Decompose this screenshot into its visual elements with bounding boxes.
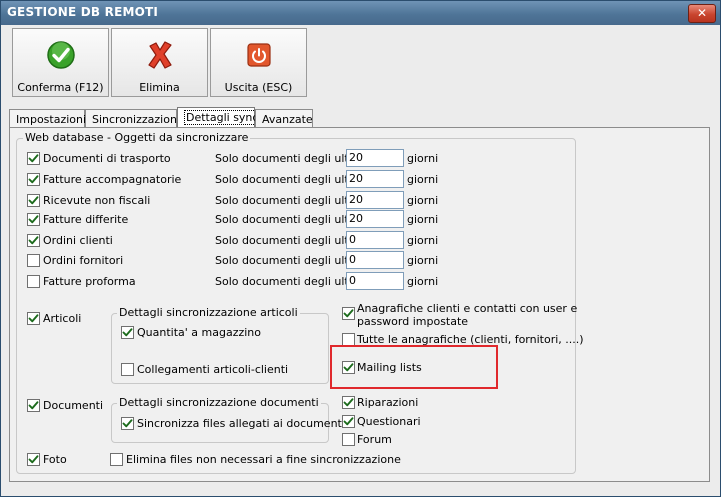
doc-row-checkbox[interactable] bbox=[27, 152, 40, 165]
doc-row-days-input[interactable]: 0 bbox=[346, 231, 404, 249]
foto-checkbox[interactable] bbox=[27, 453, 40, 466]
green-check-icon bbox=[47, 41, 75, 69]
doc-row-days-input[interactable]: 20 bbox=[346, 191, 404, 209]
doc-row-prefix: Solo documenti degli ultimi bbox=[215, 234, 366, 247]
articoli-checkbox[interactable] bbox=[27, 312, 40, 325]
questionari-checkbox[interactable] bbox=[342, 415, 355, 428]
main-group-legend: Web database - Oggetti da sincronizzare bbox=[23, 131, 251, 144]
window: GESTIONE DB REMOTI ✕ Conferma (F12) Elim… bbox=[0, 0, 721, 497]
anagrafiche-user-checkbox[interactable] bbox=[342, 307, 355, 320]
doc-row-prefix: Solo documenti degli ultimi bbox=[215, 173, 366, 186]
doc-row-checkbox[interactable] bbox=[27, 254, 40, 267]
riparazioni-checkbox[interactable] bbox=[342, 396, 355, 409]
documenti-label: Documenti bbox=[43, 399, 104, 412]
doc-row-suffix: giorni bbox=[407, 234, 439, 247]
check-mark-icon bbox=[28, 215, 39, 224]
doc-row-suffix: giorni bbox=[407, 152, 439, 165]
tab-avanzate[interactable]: Avanzate bbox=[255, 109, 313, 127]
doc-row-label: Ordini fornitori bbox=[43, 254, 124, 267]
check-mark-icon bbox=[28, 401, 39, 410]
doc-row-days-input[interactable]: 20 bbox=[346, 170, 404, 188]
check-mark-icon bbox=[122, 419, 133, 428]
doc-row-checkbox[interactable] bbox=[27, 275, 40, 288]
title-bar[interactable]: GESTIONE DB REMOTI ✕ bbox=[1, 1, 720, 25]
red-x-icon bbox=[148, 41, 172, 69]
check-mark-icon bbox=[28, 314, 39, 323]
documenti-group-legend: Dettagli sincronizzazione documenti bbox=[117, 396, 321, 409]
doc-row-prefix: Solo documenti degli ultimi bbox=[215, 194, 366, 207]
doc-row-prefix: Solo documenti degli ultimi bbox=[215, 254, 366, 267]
doc-row-label: Ordini clienti bbox=[43, 234, 113, 247]
close-button[interactable]: ✕ bbox=[688, 4, 716, 23]
doc-row-label: Fatture differite bbox=[43, 213, 129, 226]
check-mark-icon bbox=[343, 398, 354, 407]
forum-checkbox[interactable] bbox=[342, 433, 355, 446]
allegati-label: Sincronizza files allegati ai documenti bbox=[137, 417, 345, 430]
window-title: GESTIONE DB REMOTI bbox=[7, 5, 159, 19]
doc-row-checkbox[interactable] bbox=[27, 173, 40, 186]
anagrafiche-user-label-2: password impostate bbox=[357, 315, 469, 328]
exit-power-icon bbox=[247, 43, 271, 67]
riparazioni-label: Riparazioni bbox=[357, 396, 419, 409]
close-icon: ✕ bbox=[696, 6, 708, 20]
tab-sincronizzazione[interactable]: Sincronizzazione bbox=[85, 109, 184, 127]
check-mark-icon bbox=[28, 154, 39, 163]
doc-row-prefix: Solo documenti degli ultimi bbox=[215, 152, 366, 165]
doc-row-suffix: giorni bbox=[407, 213, 439, 226]
check-mark-icon bbox=[28, 455, 39, 464]
doc-row-label: Fatture accompagnatorie bbox=[43, 173, 182, 186]
uscita-button[interactable]: Uscita (ESC) bbox=[210, 28, 307, 97]
check-mark-icon bbox=[28, 236, 39, 245]
forum-label: Forum bbox=[357, 433, 392, 446]
check-mark-icon bbox=[122, 328, 133, 337]
doc-row-label: Documenti di trasporto bbox=[43, 152, 171, 165]
elimina-button[interactable]: Elimina bbox=[111, 28, 208, 97]
doc-row-suffix: giorni bbox=[407, 254, 439, 267]
allegati-checkbox[interactable] bbox=[121, 417, 134, 430]
conferma-button[interactable]: Conferma (F12) bbox=[12, 28, 109, 97]
foto-label: Foto bbox=[43, 453, 67, 466]
doc-row-days-input[interactable]: 20 bbox=[346, 210, 404, 228]
doc-row-days-input[interactable]: 20 bbox=[346, 149, 404, 167]
doc-row-suffix: giorni bbox=[407, 275, 439, 288]
elimina-files-checkbox[interactable] bbox=[110, 453, 123, 466]
doc-row-days-input[interactable]: 0 bbox=[346, 272, 404, 290]
check-mark-icon bbox=[343, 417, 354, 426]
check-mark-icon bbox=[28, 175, 39, 184]
elimina-label: Elimina bbox=[139, 81, 180, 94]
doc-row-prefix: Solo documenti degli ultimi bbox=[215, 213, 366, 226]
articoli-group-legend: Dettagli sincronizzazione articoli bbox=[117, 306, 300, 319]
quantita-label: Quantita' a magazzino bbox=[137, 326, 262, 339]
anagrafiche-user-label-1: Anagrafiche clienti e contatti con user … bbox=[357, 302, 578, 315]
doc-row-prefix: Solo documenti degli ultimi bbox=[215, 275, 366, 288]
doc-row-suffix: giorni bbox=[407, 194, 439, 207]
questionari-label: Questionari bbox=[357, 415, 421, 428]
elimina-files-label: Elimina files non necessari a fine sincr… bbox=[126, 453, 401, 466]
documenti-checkbox[interactable] bbox=[27, 399, 40, 412]
uscita-label: Uscita (ESC) bbox=[224, 81, 293, 94]
doc-row-suffix: giorni bbox=[407, 173, 439, 186]
doc-row-checkbox[interactable] bbox=[27, 213, 40, 226]
doc-row-label: Ricevute non fiscali bbox=[43, 194, 151, 207]
doc-row-days-input[interactable]: 0 bbox=[346, 251, 404, 269]
conferma-label: Conferma (F12) bbox=[17, 81, 104, 94]
quantita-checkbox[interactable] bbox=[121, 326, 134, 339]
check-mark-icon bbox=[28, 196, 39, 205]
doc-row-label: Fatture proforma bbox=[43, 275, 136, 288]
tab-dettagli-sync[interactable]: Dettagli sync bbox=[177, 107, 261, 128]
collegamenti-label: Collegamenti articoli-clienti bbox=[137, 363, 289, 376]
collegamenti-checkbox[interactable] bbox=[121, 363, 134, 376]
doc-row-checkbox[interactable] bbox=[27, 194, 40, 207]
tab-impostazioni[interactable]: Impostazioni bbox=[9, 109, 86, 127]
check-mark-icon bbox=[343, 309, 354, 318]
highlight-box bbox=[330, 345, 498, 389]
doc-row-checkbox[interactable] bbox=[27, 234, 40, 247]
articoli-label: Articoli bbox=[43, 312, 82, 325]
